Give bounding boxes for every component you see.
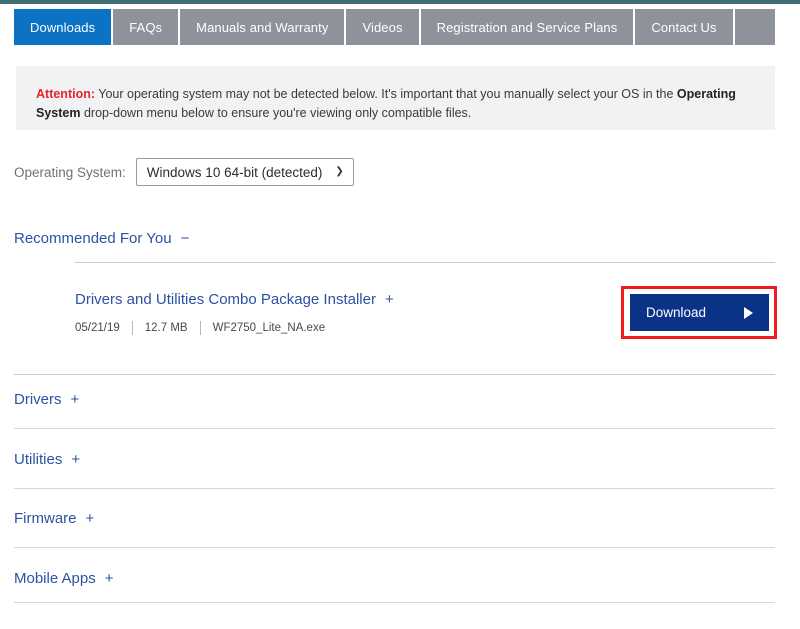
tab-registration-and-service-plans-label: Registration and Service Plans: [436, 19, 618, 35]
top-accent-bar: [0, 0, 800, 4]
attention-label: Attention:: [36, 87, 96, 101]
primary-tab-bar: Downloads FAQs Manuals and Warranty Vide…: [14, 9, 775, 45]
tab-downloads-label: Downloads: [30, 19, 96, 35]
item-metadata: 05/21/19 12.7 MB WF2750_Lite_NA.exe: [75, 321, 325, 335]
tab-faqs-label: FAQs: [129, 19, 163, 35]
section-firmware[interactable]: Firmware +: [14, 510, 94, 527]
meta-separator: [199, 321, 201, 335]
section-firmware-label: Firmware: [14, 510, 77, 527]
divider-below-firmware: [14, 547, 775, 548]
attention-banner: Attention: Your operating system may not…: [16, 66, 775, 130]
tab-videos[interactable]: Videos: [346, 9, 421, 45]
tab-registration-and-service-plans[interactable]: Registration and Service Plans: [420, 9, 636, 45]
item-title-label: Drivers and Utilities Combo Package Inst…: [75, 291, 376, 308]
tab-manuals-and-warranty[interactable]: Manuals and Warranty: [180, 9, 347, 45]
download-button-label: Download: [646, 305, 707, 320]
attention-text-after: drop-down menu below to ensure you're vi…: [80, 106, 472, 120]
attention-banner-text: Attention: Your operating system may not…: [36, 85, 751, 123]
section-recommended-for-you[interactable]: Recommended For You −: [14, 230, 189, 247]
tab-faqs[interactable]: FAQs: [113, 9, 181, 45]
tab-downloads[interactable]: Downloads: [14, 9, 114, 45]
operating-system-label: Operating System:: [14, 164, 126, 180]
divider-below-utilities: [14, 488, 775, 489]
item-title-drivers-utilities-combo-package-installer[interactable]: Drivers and Utilities Combo Package Inst…: [75, 291, 394, 308]
section-mobile-apps[interactable]: Mobile Apps +: [14, 570, 113, 587]
item-expand-toggle-icon[interactable]: +: [385, 291, 394, 308]
section-utilities-label: Utilities: [14, 451, 63, 468]
tab-videos-label: Videos: [362, 19, 403, 35]
divider-below-mobile-apps: [14, 602, 775, 603]
divider-above-drivers: [14, 374, 775, 375]
section-utilities-toggle-icon[interactable]: +: [71, 451, 80, 468]
tab-contact-us-label: Contact Us: [651, 19, 717, 35]
divider-below-drivers: [14, 428, 775, 429]
section-mobile-apps-label: Mobile Apps: [14, 570, 96, 587]
section-firmware-toggle-icon[interactable]: +: [86, 510, 95, 527]
section-utilities[interactable]: Utilities +: [14, 451, 80, 468]
meta-separator: [131, 321, 133, 335]
section-recommended-for-you-toggle-icon[interactable]: −: [181, 230, 190, 247]
tab-bar-filler: [734, 9, 775, 45]
download-button[interactable]: Download: [630, 294, 769, 331]
operating-system-row: Operating System: Windows 10 64-bit (det…: [14, 158, 354, 186]
operating-system-select-wrap: Windows 10 64-bit (detected) ❯: [135, 158, 354, 186]
tab-contact-us[interactable]: Contact Us: [635, 9, 735, 45]
section-drivers[interactable]: Drivers +: [14, 391, 79, 408]
play-triangle-icon: [744, 306, 753, 319]
item-filename: WF2750_Lite_NA.exe: [212, 322, 326, 334]
operating-system-select[interactable]: Windows 10 64-bit (detected): [135, 158, 354, 186]
attention-text-before: Your operating system may not be detecte…: [95, 87, 677, 101]
item-filesize: 12.7 MB: [144, 322, 188, 334]
tab-manuals-and-warranty-label: Manuals and Warranty: [196, 19, 329, 35]
section-recommended-for-you-label: Recommended For You: [14, 230, 172, 247]
recommended-section-divider: [75, 262, 775, 263]
section-mobile-apps-toggle-icon[interactable]: +: [105, 570, 114, 587]
item-date: 05/21/19: [75, 322, 120, 334]
section-drivers-label: Drivers: [14, 391, 62, 408]
section-drivers-toggle-icon[interactable]: +: [71, 391, 80, 408]
